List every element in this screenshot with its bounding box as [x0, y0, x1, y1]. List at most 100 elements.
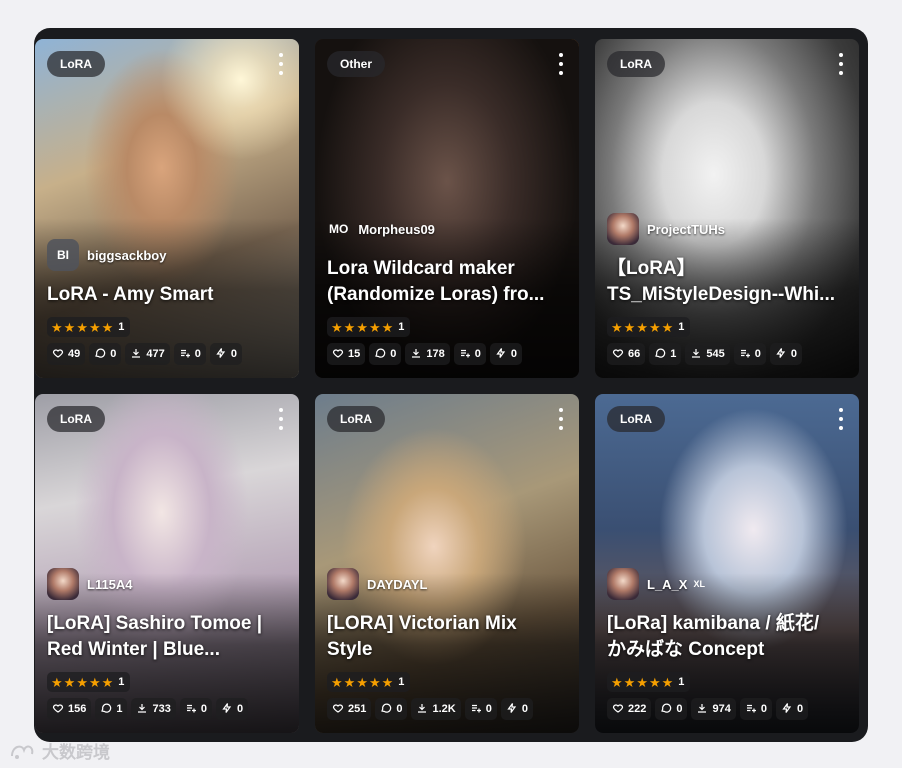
rating-badge[interactable]: ★ ★ ★ ★ ★ 1: [47, 672, 131, 692]
creator-info[interactable]: L115A4: [47, 568, 133, 600]
model-title-line[interactable]: [LORA] Victorian Mix: [327, 611, 569, 637]
collections-stat: 0: [739, 698, 772, 720]
model-title-line[interactable]: かみばな Concept: [607, 637, 849, 663]
collection-icon: [739, 347, 751, 362]
star-icon: ★: [381, 674, 394, 690]
creator-info[interactable]: BI biggsackboy: [47, 239, 166, 271]
more-options-icon[interactable]: [277, 408, 285, 430]
collection-icon: [185, 702, 197, 717]
watermark-logo-icon: [11, 745, 34, 759]
rating-badge[interactable]: ★ ★ ★ ★ ★ 1: [47, 317, 131, 337]
downloads-stat: 974: [691, 698, 736, 720]
star-icon: ★: [51, 319, 63, 335]
model-card[interactable]: LoRA BI biggsackboy LoRA - Amy Smart ★ ★ ★…: [35, 39, 299, 378]
watermark: 大数跨境: [8, 738, 110, 763]
downloads-count: 545: [706, 348, 725, 360]
creator-name[interactable]: DAYDAYL: [367, 577, 427, 592]
more-options-icon[interactable]: [837, 408, 845, 430]
creator-name[interactable]: ProjectTUHs: [647, 222, 725, 237]
rating-count: 1: [678, 321, 685, 333]
rating-badge[interactable]: ★ ★ ★ ★ ★ 1: [607, 317, 691, 337]
model-title-line[interactable]: [LoRA] Sashiro Tomoe |: [47, 611, 289, 637]
model-type-badge: LoRA: [47, 51, 105, 77]
model-type-badge: LoRA: [607, 51, 665, 77]
model-card[interactable]: LoRA ProjectTUHs 【LoRA】 TS_MiStyleDesign-…: [595, 39, 859, 378]
model-type-badge: LoRA: [47, 406, 105, 432]
creator-name[interactable]: Morpheus09: [358, 222, 435, 237]
rating-count: 1: [398, 676, 405, 688]
model-card[interactable]: LoRA L_A_X XL [LoRa] kamibana / 紙花/かみばな …: [595, 394, 859, 733]
star-icon: ★: [648, 674, 661, 690]
star-icon: ★: [88, 319, 101, 335]
downloads-stat: 477: [125, 343, 170, 365]
model-card[interactable]: LoRA DAYDAYL [LORA] Victorian Mix Style ★…: [315, 394, 579, 733]
collections-count: 0: [754, 348, 761, 360]
avatar-image[interactable]: [47, 568, 79, 600]
creator-info[interactable]: ProjectTUHs: [607, 213, 725, 245]
model-title-line[interactable]: 【LoRA】: [607, 256, 849, 282]
stats-bar: 66 1 545 0 0: [607, 343, 802, 365]
likes-stat: 49: [47, 343, 86, 365]
model-type-badge: LoRA: [607, 406, 665, 432]
creator-info[interactable]: DAYDAYL: [327, 568, 427, 600]
avatar-image[interactable]: [327, 568, 359, 600]
comments-stat: 0: [369, 343, 402, 365]
download-icon: [410, 347, 422, 362]
buzz-stat: 0: [769, 343, 802, 365]
rating-count: 1: [398, 321, 405, 333]
model-title-line[interactable]: TS_MiStyleDesign--Whi...: [607, 282, 849, 308]
star-icon: ★: [368, 674, 381, 690]
comments-count: 0: [110, 348, 117, 360]
comments-count: 0: [396, 703, 403, 715]
star-icon: ★: [356, 319, 368, 335]
star-icon: ★: [356, 674, 368, 690]
more-options-icon[interactable]: [837, 53, 845, 75]
comments-count: 0: [676, 703, 683, 715]
rating-badge[interactable]: ★ ★ ★ ★ ★ 1: [327, 317, 411, 337]
avatar-image[interactable]: [607, 213, 639, 245]
download-icon: [690, 347, 702, 362]
model-title-line[interactable]: Lora Wildcard maker: [327, 256, 569, 282]
model-title-line[interactable]: LoRA - Amy Smart: [47, 282, 289, 308]
downloads-stat: 545: [685, 343, 730, 365]
creator-name[interactable]: L115A4: [87, 577, 133, 592]
heart-icon: [52, 347, 64, 362]
collections-count: 0: [474, 348, 481, 360]
likes-count: 66: [628, 348, 641, 360]
more-options-icon[interactable]: [557, 53, 565, 75]
rating-badge[interactable]: ★ ★ ★ ★ ★ 1: [607, 672, 691, 692]
avatar[interactable]: BI: [47, 239, 79, 271]
likes-count: 156: [68, 703, 87, 715]
download-icon: [696, 702, 708, 717]
star-icon: ★: [661, 674, 674, 690]
creator-info[interactable]: MO Morpheus09: [327, 213, 435, 245]
creator-name[interactable]: L_A_X: [647, 577, 687, 592]
buzz-stat: 0: [775, 698, 809, 720]
model-card[interactable]: Other MO Morpheus09 Lora Wildcard maker(…: [315, 39, 579, 378]
rating-badge[interactable]: ★ ★ ★ ★ ★ 1: [327, 672, 411, 692]
likes-stat: 66: [607, 343, 646, 365]
buzz-count: 0: [230, 348, 237, 360]
bolt-icon: [781, 702, 793, 717]
heart-icon: [332, 702, 344, 717]
model-title-line[interactable]: Style: [327, 637, 569, 663]
collection-icon: [459, 347, 471, 362]
star-icon: ★: [661, 319, 674, 335]
bolt-icon: [215, 347, 227, 362]
comments-stat: 1: [95, 698, 128, 720]
bolt-icon: [506, 702, 518, 717]
creator-name[interactable]: biggsackboy: [87, 248, 166, 263]
avatar-image[interactable]: [607, 568, 639, 600]
avatar[interactable]: MO: [327, 213, 350, 245]
model-title-line[interactable]: Red Winter | Blue...: [47, 637, 289, 663]
bolt-icon: [775, 347, 787, 362]
more-options-icon[interactable]: [277, 53, 285, 75]
creator-info[interactable]: L_A_X XL: [607, 568, 705, 600]
more-options-icon[interactable]: [557, 408, 565, 430]
model-card[interactable]: LoRA L115A4 [LoRA] Sashiro Tomoe | Red Wi…: [35, 394, 299, 733]
model-title-line[interactable]: [LoRa] kamibana / 紙花/: [607, 611, 849, 637]
model-title-line[interactable]: (Randomize Loras) fro...: [327, 282, 569, 308]
buzz-count: 0: [236, 703, 244, 715]
model-type-badge: LoRA: [327, 406, 385, 432]
collections-stat: 0: [179, 698, 212, 720]
